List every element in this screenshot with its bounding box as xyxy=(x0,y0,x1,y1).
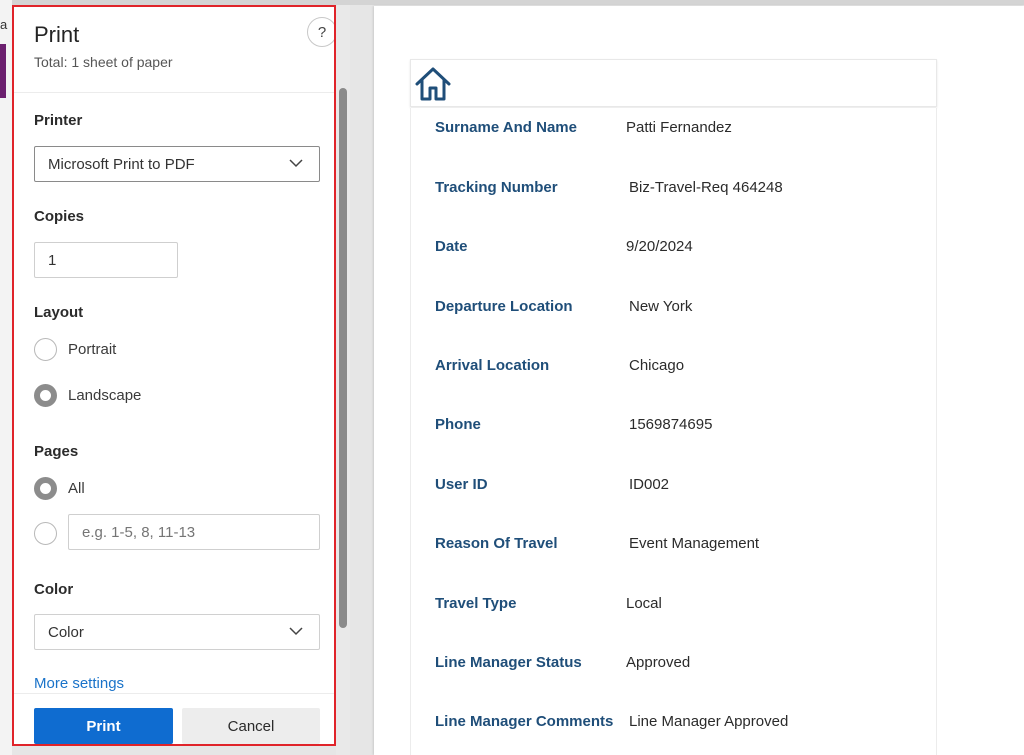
sheet-count: Total: 1 sheet of paper xyxy=(34,54,173,70)
form-details: Surname And Name Patti Fernandez Trackin… xyxy=(410,108,937,755)
portrait-radio[interactable] xyxy=(34,337,57,361)
print-dialog: Print Total: 1 sheet of paper ? Printer … xyxy=(12,5,336,746)
background-app-accent xyxy=(0,44,6,98)
pages-range-input[interactable] xyxy=(68,514,320,550)
field-label: Arrival Location xyxy=(435,357,550,374)
pages-option-all[interactable]: All xyxy=(34,476,85,500)
portrait-label: Portrait xyxy=(68,340,117,358)
field-row: User ID ID002 xyxy=(411,476,936,500)
layout-label: Layout xyxy=(34,304,84,321)
field-label: Reason Of Travel xyxy=(435,535,558,552)
background-app: a xyxy=(0,0,12,755)
print-dialog-footer: Print Cancel xyxy=(14,693,334,744)
field-value: ID002 xyxy=(629,476,670,493)
print-dialog-header: Print Total: 1 sheet of paper ? xyxy=(14,7,334,93)
color-select[interactable]: Color xyxy=(34,614,320,650)
color-selected-value: Color xyxy=(48,623,84,641)
field-value: 1569874695 xyxy=(629,416,713,433)
field-value: Patti Fernandez xyxy=(626,119,732,136)
field-value: Biz-Travel-Req 464248 xyxy=(629,179,783,196)
settings-scrollbar-thumb[interactable] xyxy=(339,88,347,628)
layout-option-portrait[interactable]: Portrait xyxy=(34,337,116,361)
field-value: 9/20/2024 xyxy=(626,238,693,255)
background-app-text: a xyxy=(0,17,8,32)
color-label: Color xyxy=(34,581,74,598)
field-row: Arrival Location Chicago xyxy=(411,357,936,381)
pages-all-label: All xyxy=(68,479,85,497)
field-label: Line Manager Comments xyxy=(435,713,614,730)
field-value: Local xyxy=(626,595,662,612)
field-label: Line Manager Status xyxy=(435,654,582,671)
copies-value: 1 xyxy=(48,251,57,269)
printer-select[interactable]: Microsoft Print to PDF xyxy=(34,146,320,182)
pages-custom-radio[interactable] xyxy=(34,521,57,545)
field-label: Departure Location xyxy=(435,298,573,315)
field-row: Reason Of Travel Event Management xyxy=(411,535,936,559)
field-value: Approved xyxy=(626,654,691,671)
field-label: User ID xyxy=(435,476,488,493)
field-value: New York xyxy=(629,298,693,315)
copies-input[interactable]: 1 xyxy=(34,242,178,278)
help-icon: ? xyxy=(317,23,327,41)
field-row: Surname And Name Patti Fernandez xyxy=(411,119,936,143)
pages-all-radio[interactable] xyxy=(34,476,57,500)
field-row: Travel Type Local xyxy=(411,595,936,619)
pages-option-custom[interactable] xyxy=(34,521,57,545)
field-row: Tracking Number Biz-Travel-Req 464248 xyxy=(411,179,936,203)
chevron-down-icon xyxy=(289,627,303,636)
field-value: Chicago xyxy=(629,357,685,374)
more-settings-link[interactable]: More settings xyxy=(34,675,124,692)
landscape-label: Landscape xyxy=(68,386,142,404)
field-row: Date 9/20/2024 xyxy=(411,238,936,262)
field-row: Line Manager Comments Line Manager Appro… xyxy=(411,713,936,737)
print-title: Print xyxy=(34,22,80,47)
copies-label: Copies xyxy=(34,208,85,225)
field-value: Event Management xyxy=(629,535,760,552)
field-label: Travel Type xyxy=(435,595,517,612)
pages-label: Pages xyxy=(34,443,79,460)
cancel-button[interactable]: Cancel xyxy=(182,708,320,744)
home-icon[interactable] xyxy=(414,66,452,102)
field-row: Phone 1569874695 xyxy=(411,416,936,440)
print-button[interactable]: Print xyxy=(34,708,173,744)
printer-label: Printer xyxy=(34,112,83,129)
field-value: Line Manager Approved xyxy=(629,713,789,730)
field-label: Phone xyxy=(435,416,481,433)
chevron-down-icon xyxy=(289,159,303,168)
field-row: Line Manager Status Approved xyxy=(411,654,936,678)
printer-selected-value: Microsoft Print to PDF xyxy=(48,155,195,173)
field-row: Departure Location New York xyxy=(411,298,936,322)
landscape-radio[interactable] xyxy=(34,383,57,407)
layout-option-landscape[interactable]: Landscape xyxy=(34,383,141,407)
form-header xyxy=(410,59,937,107)
field-label: Surname And Name xyxy=(435,119,577,136)
field-label: Date xyxy=(435,238,468,255)
field-label: Tracking Number xyxy=(435,179,558,196)
help-button[interactable]: ? xyxy=(307,17,334,47)
